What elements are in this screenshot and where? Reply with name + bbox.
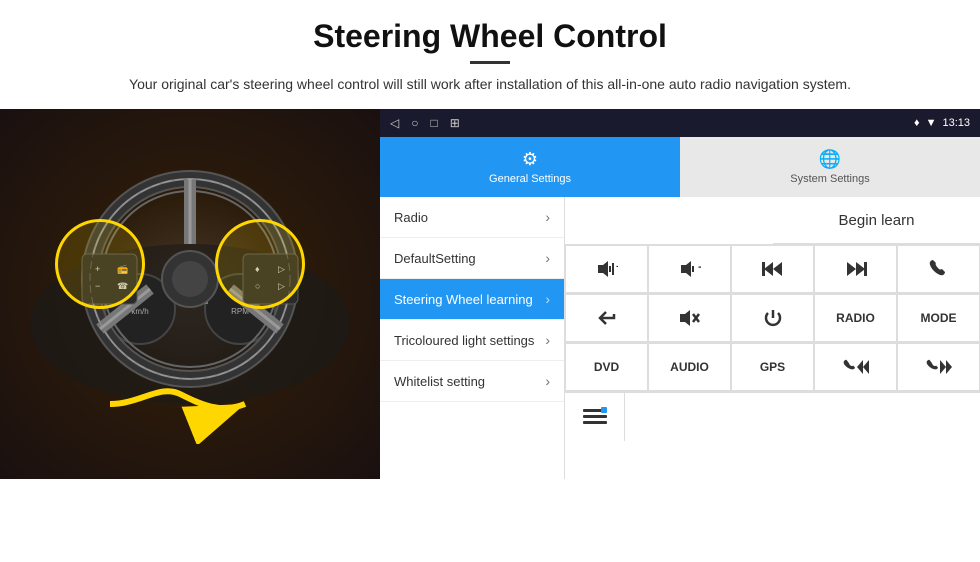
volume-down-icon: − — [679, 260, 701, 278]
volume-up-button[interactable]: + — [565, 245, 648, 293]
mute-icon — [678, 309, 702, 327]
system-settings-icon: 🌐 — [819, 149, 841, 170]
tab-bar: ⚙ General Settings 🌐 System Settings — [380, 137, 980, 197]
arrow-svg — [100, 364, 260, 444]
status-bar-right: ♦ ▼ 13:13 — [914, 117, 970, 129]
power-icon — [763, 308, 783, 328]
menu-item-whitelist[interactable]: Whitelist setting › — [380, 361, 564, 402]
whitelist-icon-row — [565, 392, 980, 440]
back-icon — [596, 309, 618, 327]
menu-item-tricoloured[interactable]: Tricoloured light settings › — [380, 320, 564, 361]
phone-icon — [929, 259, 949, 279]
back-button[interactable] — [565, 294, 648, 342]
gps-button[interactable]: GPS — [731, 343, 814, 391]
menu-item-defaultsetting-label: DefaultSetting — [394, 251, 476, 266]
phone-next-icon — [926, 358, 952, 376]
control-panel: Begin learn + — [565, 197, 980, 479]
home-nav-icon[interactable]: ○ — [411, 116, 418, 130]
main-content: Radio › DefaultSetting › Steering Wheel … — [380, 197, 980, 479]
tab-system-settings[interactable]: 🌐 System Settings — [680, 137, 980, 197]
car-background: km/h RPM — [0, 109, 380, 479]
highlight-right — [215, 219, 305, 309]
svg-text:−: − — [698, 260, 701, 274]
menu-item-defaultsetting[interactable]: DefaultSetting › — [380, 238, 564, 279]
next-track-button[interactable] — [814, 245, 897, 293]
menu-list: Radio › DefaultSetting › Steering Wheel … — [380, 197, 565, 479]
volume-up-icon: + — [596, 260, 618, 278]
prev-track-icon — [762, 260, 784, 278]
subtitle-text: Your original car's steering wheel contr… — [60, 74, 920, 95]
car-image-area: km/h RPM — [0, 109, 380, 479]
menu-item-whitelist-label: Whitelist setting — [394, 374, 485, 389]
power-button[interactable] — [731, 294, 814, 342]
header-section: Steering Wheel Control Your original car… — [0, 0, 980, 105]
control-row-3: DVD AUDIO GPS — [565, 343, 980, 392]
tab-system-label: System Settings — [790, 173, 869, 185]
chevron-icon: › — [545, 291, 550, 307]
chevron-icon: › — [545, 373, 550, 389]
status-bar: ◁ ○ □ ⊞ ♦ ▼ 13:13 — [380, 109, 980, 137]
back-nav-icon[interactable]: ◁ — [390, 116, 399, 130]
recents-nav-icon[interactable]: □ — [430, 116, 437, 130]
phone-prev-icon — [843, 358, 869, 376]
menu-nav-icon[interactable]: ⊞ — [450, 116, 460, 130]
control-row-1: + − — [565, 245, 980, 294]
svg-text:+: + — [616, 262, 618, 273]
volume-down-button[interactable]: − — [648, 245, 731, 293]
status-bar-left: ◁ ○ □ ⊞ — [390, 116, 460, 130]
tab-general-label: General Settings — [489, 173, 571, 185]
general-settings-icon: ⚙ — [522, 149, 538, 170]
phone-next-button[interactable] — [897, 343, 980, 391]
begin-learn-row: Begin learn — [565, 197, 980, 245]
control-row-2: RADIO MODE — [565, 294, 980, 343]
tab-general-settings[interactable]: ⚙ General Settings — [380, 137, 680, 197]
chevron-icon: › — [545, 209, 550, 225]
whitelist-icon-button[interactable] — [565, 393, 625, 441]
mute-button[interactable] — [648, 294, 731, 342]
begin-learn-button[interactable]: Begin learn — [773, 197, 980, 244]
phone-prev-button[interactable] — [814, 343, 897, 391]
page-wrapper: Steering Wheel Control Your original car… — [0, 0, 980, 479]
clock: 13:13 — [942, 117, 970, 129]
prev-track-button[interactable] — [731, 245, 814, 293]
menu-item-radio-label: Radio — [394, 210, 428, 225]
next-track-icon — [845, 260, 867, 278]
menu-item-steeringwheel[interactable]: Steering Wheel learning › — [380, 279, 564, 320]
menu-item-radio[interactable]: Radio › — [380, 197, 564, 238]
page-title: Steering Wheel Control — [60, 18, 920, 55]
signal-icon: ♦ — [914, 117, 920, 129]
highlight-left — [55, 219, 145, 309]
content-area: km/h RPM — [0, 109, 980, 479]
dvd-button[interactable]: DVD — [565, 343, 648, 391]
mode-button[interactable]: MODE — [897, 294, 980, 342]
list-icon — [583, 407, 607, 427]
chevron-icon: › — [545, 332, 550, 348]
headunit-screen: ◁ ○ □ ⊞ ♦ ▼ 13:13 ⚙ General Settings — [380, 109, 980, 479]
audio-button[interactable]: AUDIO — [648, 343, 731, 391]
menu-item-tricoloured-label: Tricoloured light settings — [394, 333, 534, 348]
phone-button[interactable] — [897, 245, 980, 293]
chevron-icon: › — [545, 250, 550, 266]
wifi-icon: ▼ — [926, 117, 937, 129]
menu-item-steeringwheel-label: Steering Wheel learning — [394, 292, 533, 307]
title-divider — [470, 61, 510, 64]
radio-button[interactable]: RADIO — [814, 294, 897, 342]
